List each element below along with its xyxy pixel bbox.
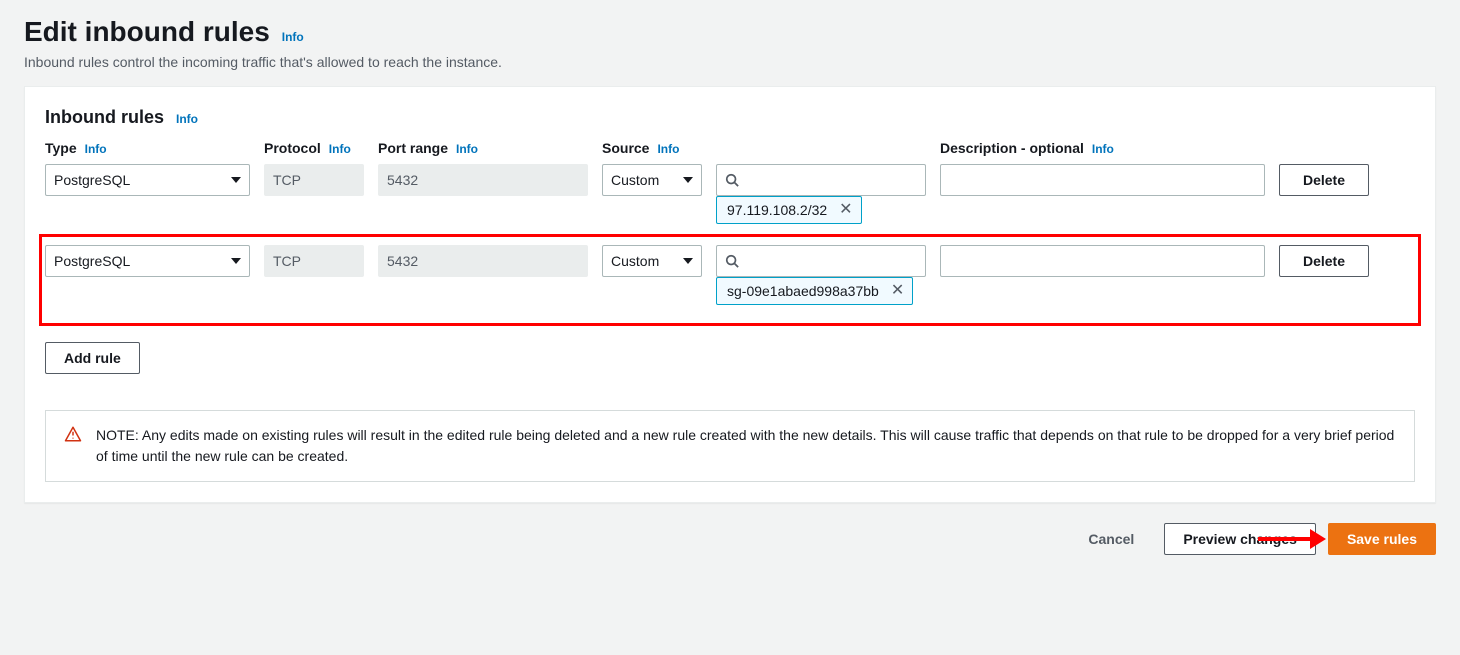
note-text: NOTE: Any edits made on existing rules w… (96, 425, 1396, 467)
rule-description-field[interactable] (940, 164, 1265, 196)
page-info-link[interactable]: Info (282, 30, 304, 44)
rule-type-value: PostgreSQL (54, 253, 130, 269)
rule-source-search-input[interactable] (745, 172, 917, 188)
col-description-label: Description - optional (940, 140, 1084, 156)
col-type-info[interactable]: Info (85, 142, 107, 156)
highlighted-rule: PostgreSQL TCP 5432 Custom (39, 234, 1421, 326)
chevron-down-icon (231, 258, 241, 264)
rule-type-select[interactable]: PostgreSQL (45, 245, 250, 277)
col-protocol-label: Protocol (264, 140, 321, 156)
source-tag-chip: sg-09e1abaed998a37bb ✕ (716, 277, 913, 305)
rule-type-value: PostgreSQL (54, 172, 130, 188)
delete-rule-button[interactable]: Delete (1279, 164, 1369, 196)
search-icon (725, 173, 739, 187)
cancel-button[interactable]: Cancel (1070, 523, 1152, 555)
search-icon (725, 254, 739, 268)
note-box: NOTE: Any edits made on existing rules w… (45, 410, 1415, 482)
col-source-label: Source (602, 140, 649, 156)
col-portrange-label: Port range (378, 140, 448, 156)
col-description-info[interactable]: Info (1092, 142, 1114, 156)
rule-source-search[interactable] (716, 164, 926, 196)
page-title: Edit inbound rules (24, 16, 270, 48)
source-tag-text: 97.119.108.2/32 (727, 201, 827, 219)
col-portrange-info[interactable]: Info (456, 142, 478, 156)
add-rule-button[interactable]: Add rule (45, 342, 140, 374)
close-icon[interactable]: ✕ (837, 202, 854, 218)
panel-title: Inbound rules (45, 107, 164, 128)
rule-portrange-field: 5432 (378, 245, 588, 277)
warning-icon (64, 425, 82, 443)
rule-row-1: PostgreSQL TCP 5432 Custom (45, 245, 1415, 315)
rule-source-mode-select[interactable]: Custom (602, 245, 702, 277)
rule-source-search-input[interactable] (745, 253, 917, 269)
rule-source-mode-select[interactable]: Custom (602, 164, 702, 196)
source-tag-text: sg-09e1abaed998a37bb (727, 282, 879, 300)
rule-protocol-field: TCP (264, 245, 364, 277)
chevron-down-icon (231, 177, 241, 183)
rule-type-select[interactable]: PostgreSQL (45, 164, 250, 196)
rule-source-mode-value: Custom (611, 253, 659, 269)
rule-portrange-field: 5432 (378, 164, 588, 196)
save-rules-button[interactable]: Save rules (1328, 523, 1436, 555)
source-tag-chip: 97.119.108.2/32 ✕ (716, 196, 862, 224)
rule-source-search[interactable] (716, 245, 926, 277)
close-icon[interactable]: ✕ (889, 283, 906, 299)
chevron-down-icon (683, 258, 693, 264)
rules-header-row: Type Info Protocol Info Port range Info … (45, 140, 1415, 164)
rule-source-mode-value: Custom (611, 172, 659, 188)
col-source-info[interactable]: Info (657, 142, 679, 156)
inbound-rules-panel: Inbound rules Info Type Info Protocol In… (24, 86, 1436, 503)
footer-actions: Cancel Preview changes Save rules (0, 503, 1460, 555)
delete-rule-button[interactable]: Delete (1279, 245, 1369, 277)
page-subtitle: Inbound rules control the incoming traff… (24, 54, 1436, 70)
col-protocol-info[interactable]: Info (329, 142, 351, 156)
panel-info-link[interactable]: Info (176, 112, 198, 126)
rule-description-field[interactable] (940, 245, 1265, 277)
rule-description-input[interactable] (949, 172, 1256, 188)
col-type-label: Type (45, 140, 77, 156)
rule-description-input[interactable] (949, 253, 1256, 269)
page-header: Edit inbound rules Info Inbound rules co… (0, 16, 1460, 86)
rule-protocol-field: TCP (264, 164, 364, 196)
preview-changes-button[interactable]: Preview changes (1164, 523, 1316, 555)
rule-row-0: PostgreSQL TCP 5432 Custom Delete (45, 164, 1415, 234)
chevron-down-icon (683, 177, 693, 183)
